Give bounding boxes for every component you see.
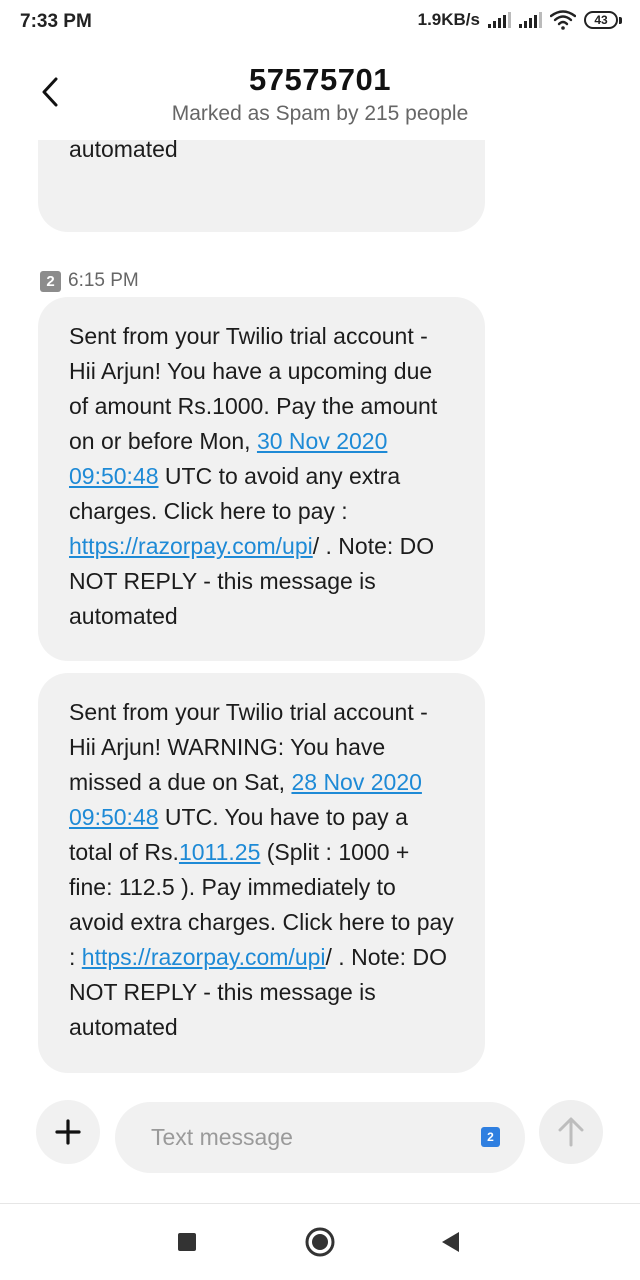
status-bar: 7:33 PM 1.9KB/s 43: [0, 0, 640, 46]
message-time: 6:15 PM: [68, 270, 139, 291]
message-input-container[interactable]: 2: [115, 1102, 525, 1173]
message-bubble[interactable]: Sent from your Twilio trial account - Hi…: [38, 297, 485, 661]
send-button[interactable]: [539, 1100, 603, 1164]
message-bubble[interactable]: Sent from your Twilio trial account - Hi…: [38, 673, 485, 1073]
square-icon: [178, 1233, 196, 1251]
url-link[interactable]: https://razorpay.com/upi: [69, 533, 313, 559]
network-speed: 1.9KB/s: [417, 10, 480, 29]
battery-icon: 43: [584, 11, 622, 29]
message-bubble[interactable]: DO NOT REPLY - this message is automated: [38, 140, 485, 232]
message-input[interactable]: [151, 1102, 451, 1173]
plus-icon: [55, 1119, 81, 1145]
sim-badge: 2: [40, 270, 61, 292]
signal-icon: [519, 12, 542, 28]
conversation-header: 57575701 Marked as Spam by 215 people: [0, 46, 640, 140]
message-list[interactable]: DO NOT REPLY - this message is automated…: [0, 140, 640, 1090]
sim-selector-icon[interactable]: 2: [481, 1127, 500, 1147]
add-attachment-button[interactable]: [36, 1100, 100, 1164]
url-link[interactable]: https://razorpay.com/upi: [82, 944, 326, 970]
back-nav-button[interactable]: [430, 1222, 470, 1262]
triangle-back-icon: [442, 1232, 459, 1252]
recents-button[interactable]: [167, 1222, 207, 1262]
spam-status: Marked as Spam by 215 people: [171, 102, 469, 125]
message-text: DO NOT REPLY - this message is automated: [69, 140, 178, 162]
circle-icon: [305, 1227, 335, 1257]
message-timestamp: 2 6:15 PM: [40, 270, 139, 292]
status-indicators: 1.9KB/s 43: [418, 10, 622, 30]
signal-icon: [488, 12, 511, 28]
arrow-up-icon: [558, 1117, 584, 1147]
battery-level: 43: [584, 11, 618, 29]
contact-number: 57575701: [249, 62, 391, 97]
status-time: 7:33 PM: [20, 11, 92, 32]
wifi-icon: [550, 10, 576, 30]
amount-link[interactable]: 1011.25: [179, 839, 260, 865]
system-nav-bar: [0, 1204, 640, 1280]
message-composer: 2: [0, 1090, 640, 1200]
home-button[interactable]: [300, 1222, 340, 1262]
